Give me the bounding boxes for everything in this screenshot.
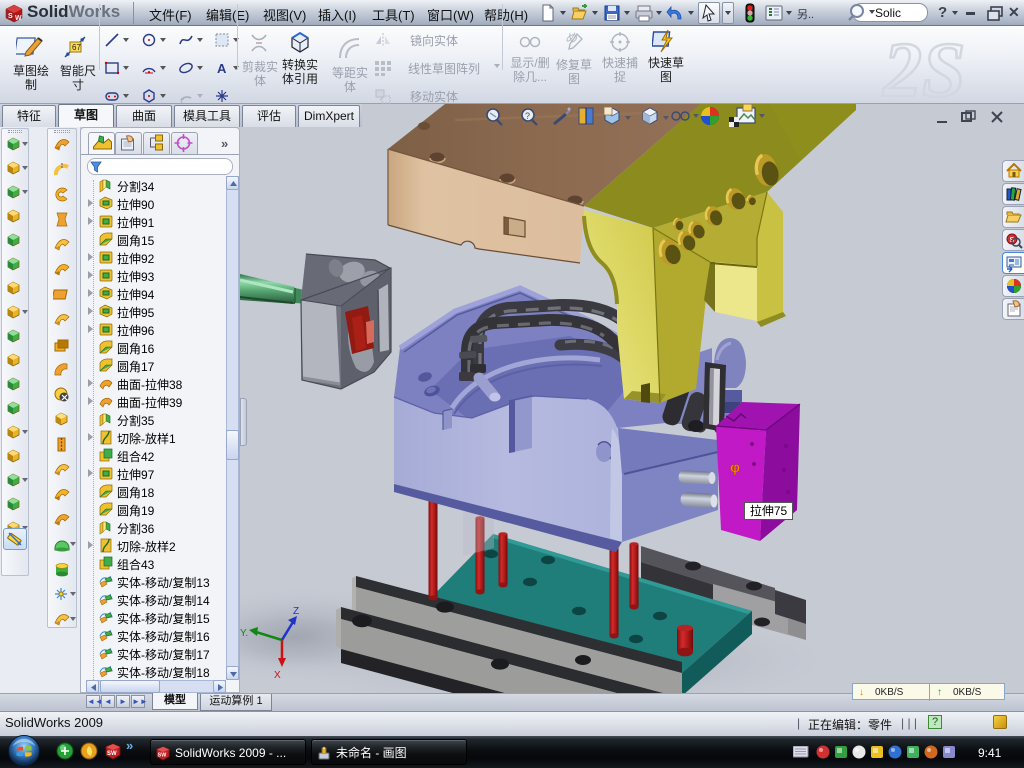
svg-text:S: S: [8, 13, 13, 20]
svg-text:Z: Z: [293, 606, 299, 617]
svg-text:X: X: [274, 670, 281, 681]
svg-text:SW: SW: [107, 751, 117, 757]
svg-text:Y.: Y.: [240, 628, 248, 639]
svg-text:SW: SW: [158, 753, 168, 759]
svg-text:φ: φ: [730, 459, 740, 475]
svg-text:?: ?: [525, 111, 530, 121]
svg-text:W: W: [15, 15, 22, 22]
svg-text:2S: 2S: [882, 26, 965, 102]
svg-text:A: A: [217, 61, 227, 76]
svg-text:67: 67: [72, 43, 81, 52]
